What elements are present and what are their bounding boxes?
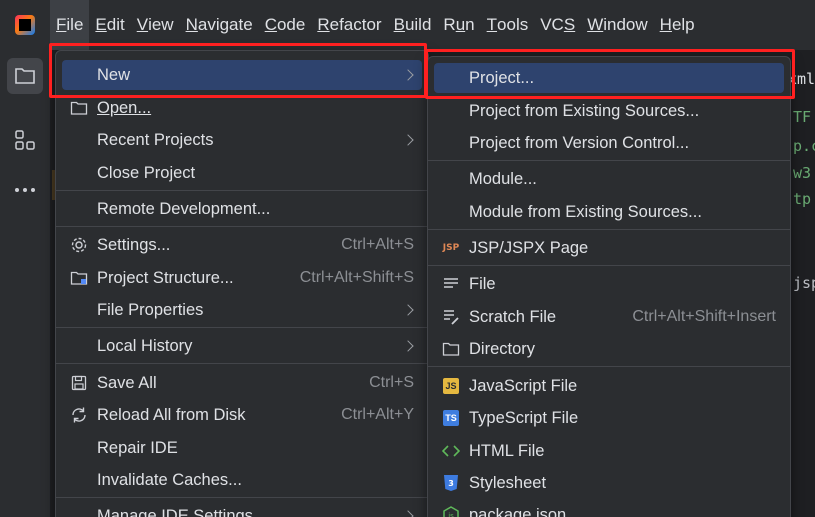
chevron-right-icon [402,304,414,316]
menu-vcs[interactable]: VC S [534,0,581,50]
structure-tool-button[interactable] [7,122,43,158]
typescript-icon: TS [442,409,460,427]
menu-item-jsp-page[interactable]: JSP JSP/JSPX Page [434,233,784,263]
nodejs-icon: js [442,506,460,517]
chevron-right-icon [402,134,414,146]
folder-icon [442,340,460,358]
refresh-icon [70,406,88,424]
menu-build[interactable]: Build [388,0,438,50]
editor-tab-fragment[interactable]: xml [790,70,815,88]
menu-item-reload-all[interactable]: Reload All from Disk Ctrl+Alt+Y [62,400,422,430]
menu-refactor[interactable]: Refactor [311,0,387,50]
menu-separator [56,190,428,191]
menu-item-project-vcs[interactable]: Project from Version Control... [434,128,784,158]
folder-icon [15,68,35,84]
menu-item-open[interactable]: Open... [62,93,422,123]
jsp-icon: JSP [442,243,460,253]
menu-item-module-existing-sources[interactable]: Module from Existing Sources... [434,197,784,227]
menu-item-recent-projects[interactable]: Recent Projects [62,125,422,155]
editor-area: xml TF p.c w3 tp jsp [790,50,815,517]
menu-run[interactable]: Run [437,0,480,50]
structure-icon [15,130,35,150]
menu-item-project-structure[interactable]: Project Structure... Ctrl+Alt+Shift+S [62,263,422,293]
menu-item-close-project[interactable]: Close Project [62,158,422,188]
code-line: TF [793,108,812,126]
menu-separator [56,226,428,227]
text-file-icon [442,275,460,293]
menu-item-stylesheet[interactable]: 3 Stylesheet [434,468,784,498]
html-icon [442,442,460,460]
menu-item-project-existing-sources[interactable]: Project from Existing Sources... [434,96,784,126]
menu-separator [428,160,790,161]
menu-item-html-file[interactable]: HTML File [434,436,784,466]
menu-item-javascript-file[interactable]: JS JavaScript File [434,371,784,401]
menu-navigate[interactable]: Navigate [180,0,259,50]
new-submenu: Project... Project from Existing Sources… [427,56,791,517]
menu-item-scratch-file[interactable]: Scratch File Ctrl+Alt+Shift+Insert [434,302,784,332]
menu-item-local-history[interactable]: Local History [62,331,422,361]
project-tool-button[interactable] [7,58,43,94]
project-structure-icon [70,269,88,287]
menu-separator [428,265,790,266]
gear-icon [70,236,88,254]
menu-item-save-all[interactable]: Save All Ctrl+S [62,368,422,398]
menu-separator [428,229,790,230]
menu-item-package-json[interactable]: js package.json [434,500,784,517]
menu-item-typescript-file[interactable]: TS TypeScript File [434,403,784,433]
menu-separator [56,363,428,364]
chevron-right-icon [402,340,414,352]
menu-item-directory[interactable]: Directory [434,334,784,364]
more-tools-button[interactable] [7,172,43,208]
menu-edit[interactable]: Edit [89,0,130,50]
menu-file[interactable]: File [50,0,90,50]
menu-separator [56,497,428,498]
menu-item-invalidate-caches[interactable]: Invalidate Caches... [62,465,422,495]
file-menu: New Open... Recent Projects Close Projec… [55,50,429,517]
save-icon [70,374,88,392]
menu-item-manage-ide-settings[interactable]: Manage IDE Settings [62,501,422,517]
menu-separator [428,366,790,367]
menu-item-project[interactable]: Project... [434,63,784,93]
css-icon: 3 [442,474,460,492]
menu-code[interactable]: Code [259,0,312,50]
menu-item-file[interactable]: File [434,269,784,299]
menu-separator [56,327,428,328]
svg-text:js: js [447,512,454,517]
menu-view[interactable]: View [131,0,180,50]
code-line: p.c [793,137,815,155]
menu-help[interactable]: Help [654,0,701,50]
menu-item-remote-development[interactable]: Remote Development... [62,194,422,224]
intellij-logo-icon[interactable] [0,0,50,50]
tool-window-strip [0,50,55,517]
scratch-file-icon [442,308,460,326]
menu-item-module[interactable]: Module... [434,164,784,194]
menu-item-file-properties[interactable]: File Properties [62,295,422,325]
folder-open-icon [70,99,88,117]
menu-bar: File Edit View Navigate Code Refactor Bu… [0,0,815,50]
code-line: w3 [793,164,812,182]
code-line: jsp [793,274,815,292]
chevron-right-icon [402,510,414,517]
svg-text:3: 3 [448,479,454,488]
javascript-icon: JS [442,377,460,395]
menu-item-new[interactable]: New [62,60,422,90]
code-line: tp [793,190,812,208]
menu-window[interactable]: Window [581,0,653,50]
menu-item-settings[interactable]: Settings... Ctrl+Alt+S [62,230,422,260]
more-icon [15,188,35,192]
menu-tools[interactable]: Tools [481,0,535,50]
chevron-right-icon [402,69,414,81]
menu-item-repair-ide[interactable]: Repair IDE [62,433,422,463]
